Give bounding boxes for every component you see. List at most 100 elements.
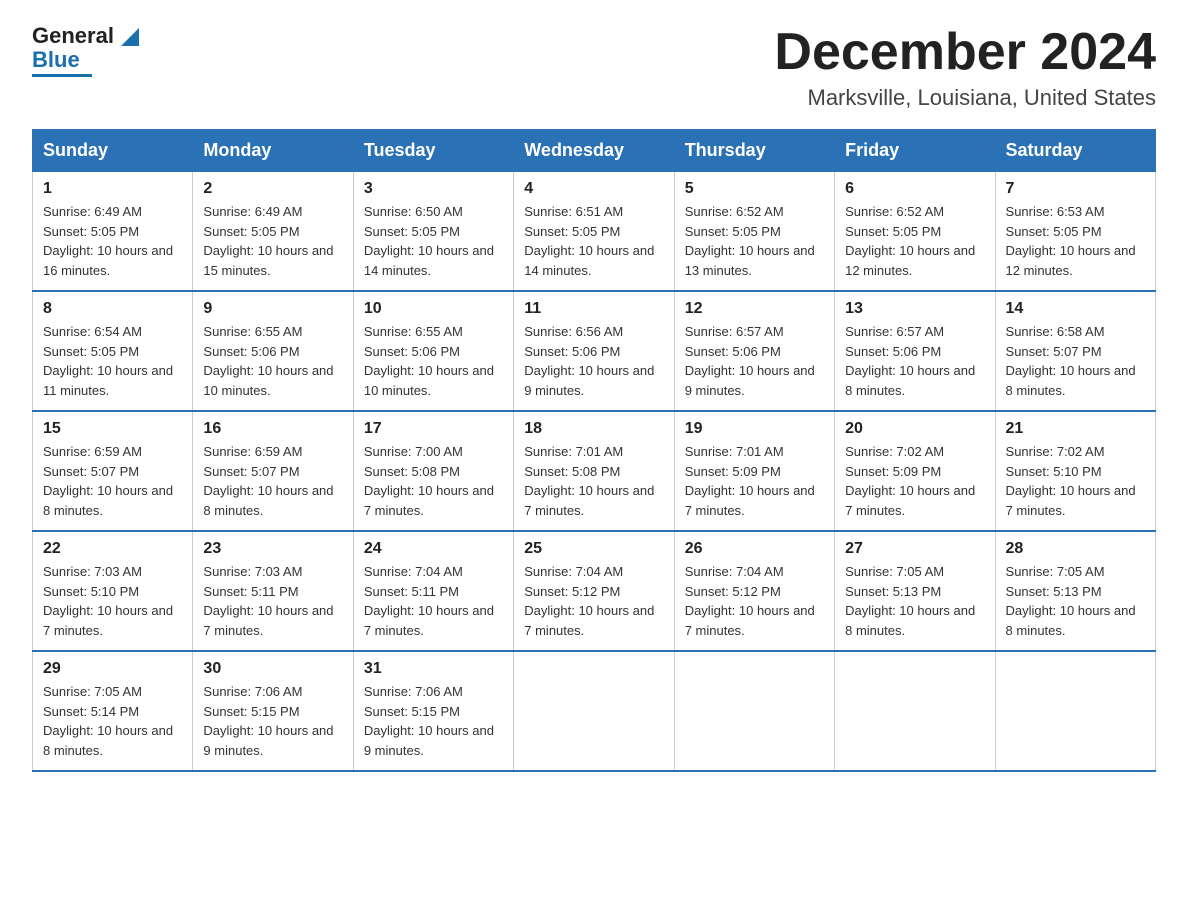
daylight-label: Daylight: 10 hours and 7 minutes.: [685, 483, 815, 518]
title-area: December 2024 Marksville, Louisiana, Uni…: [774, 24, 1156, 111]
sunset-label: Sunset: 5:05 PM: [685, 224, 781, 239]
day-info: Sunrise: 7:04 AM Sunset: 5:12 PM Dayligh…: [524, 562, 663, 640]
sunrise-label: Sunrise: 6:55 AM: [203, 324, 302, 339]
calendar-cell: 20 Sunrise: 7:02 AM Sunset: 5:09 PM Dayl…: [835, 411, 995, 531]
sunrise-label: Sunrise: 7:04 AM: [685, 564, 784, 579]
calendar-cell: 23 Sunrise: 7:03 AM Sunset: 5:11 PM Dayl…: [193, 531, 353, 651]
sunrise-label: Sunrise: 7:01 AM: [685, 444, 784, 459]
daylight-label: Daylight: 10 hours and 12 minutes.: [1006, 243, 1136, 278]
location-subtitle: Marksville, Louisiana, United States: [774, 85, 1156, 111]
calendar-cell: 4 Sunrise: 6:51 AM Sunset: 5:05 PM Dayli…: [514, 172, 674, 292]
day-number: 28: [1006, 540, 1145, 558]
day-info: Sunrise: 6:51 AM Sunset: 5:05 PM Dayligh…: [524, 202, 663, 280]
day-number: 19: [685, 420, 824, 438]
day-info: Sunrise: 6:54 AM Sunset: 5:05 PM Dayligh…: [43, 322, 182, 400]
sunrise-label: Sunrise: 7:05 AM: [1006, 564, 1105, 579]
sunset-label: Sunset: 5:05 PM: [364, 224, 460, 239]
daylight-label: Daylight: 10 hours and 8 minutes.: [845, 363, 975, 398]
daylight-label: Daylight: 10 hours and 9 minutes.: [685, 363, 815, 398]
daylight-label: Daylight: 10 hours and 13 minutes.: [685, 243, 815, 278]
calendar-cell: 15 Sunrise: 6:59 AM Sunset: 5:07 PM Dayl…: [33, 411, 193, 531]
day-info: Sunrise: 6:57 AM Sunset: 5:06 PM Dayligh…: [845, 322, 984, 400]
header-day-thursday: Thursday: [674, 130, 834, 172]
day-info: Sunrise: 6:57 AM Sunset: 5:06 PM Dayligh…: [685, 322, 824, 400]
calendar-cell: 26 Sunrise: 7:04 AM Sunset: 5:12 PM Dayl…: [674, 531, 834, 651]
day-number: 7: [1006, 180, 1145, 198]
sunset-label: Sunset: 5:05 PM: [203, 224, 299, 239]
day-number: 17: [364, 420, 503, 438]
daylight-label: Daylight: 10 hours and 7 minutes.: [524, 483, 654, 518]
header-day-monday: Monday: [193, 130, 353, 172]
sunset-label: Sunset: 5:07 PM: [43, 464, 139, 479]
calendar-cell: 22 Sunrise: 7:03 AM Sunset: 5:10 PM Dayl…: [33, 531, 193, 651]
calendar-cell: 2 Sunrise: 6:49 AM Sunset: 5:05 PM Dayli…: [193, 172, 353, 292]
calendar-body: 1 Sunrise: 6:49 AM Sunset: 5:05 PM Dayli…: [33, 172, 1156, 772]
day-info: Sunrise: 7:01 AM Sunset: 5:09 PM Dayligh…: [685, 442, 824, 520]
calendar-cell: 10 Sunrise: 6:55 AM Sunset: 5:06 PM Dayl…: [353, 291, 513, 411]
sunset-label: Sunset: 5:12 PM: [685, 584, 781, 599]
calendar-week-row: 29 Sunrise: 7:05 AM Sunset: 5:14 PM Dayl…: [33, 651, 1156, 771]
sunrise-label: Sunrise: 7:04 AM: [524, 564, 623, 579]
sunrise-label: Sunrise: 6:49 AM: [43, 204, 142, 219]
daylight-label: Daylight: 10 hours and 9 minutes.: [364, 723, 494, 758]
daylight-label: Daylight: 10 hours and 15 minutes.: [203, 243, 333, 278]
sunrise-label: Sunrise: 6:51 AM: [524, 204, 623, 219]
daylight-label: Daylight: 10 hours and 8 minutes.: [43, 483, 173, 518]
day-info: Sunrise: 6:55 AM Sunset: 5:06 PM Dayligh…: [203, 322, 342, 400]
daylight-label: Daylight: 10 hours and 7 minutes.: [1006, 483, 1136, 518]
daylight-label: Daylight: 10 hours and 10 minutes.: [364, 363, 494, 398]
sunset-label: Sunset: 5:13 PM: [1006, 584, 1102, 599]
calendar-cell: [995, 651, 1155, 771]
calendar-cell: [674, 651, 834, 771]
sunset-label: Sunset: 5:05 PM: [1006, 224, 1102, 239]
day-info: Sunrise: 6:49 AM Sunset: 5:05 PM Dayligh…: [203, 202, 342, 280]
day-info: Sunrise: 6:59 AM Sunset: 5:07 PM Dayligh…: [43, 442, 182, 520]
day-number: 27: [845, 540, 984, 558]
page-header: General Blue December 2024 Marksville, L…: [32, 24, 1156, 111]
day-info: Sunrise: 7:05 AM Sunset: 5:13 PM Dayligh…: [1006, 562, 1145, 640]
sunset-label: Sunset: 5:09 PM: [845, 464, 941, 479]
daylight-label: Daylight: 10 hours and 8 minutes.: [1006, 603, 1136, 638]
sunset-label: Sunset: 5:05 PM: [43, 224, 139, 239]
daylight-label: Daylight: 10 hours and 9 minutes.: [524, 363, 654, 398]
daylight-label: Daylight: 10 hours and 9 minutes.: [203, 723, 333, 758]
sunrise-label: Sunrise: 6:52 AM: [685, 204, 784, 219]
sunset-label: Sunset: 5:14 PM: [43, 704, 139, 719]
sunrise-label: Sunrise: 7:02 AM: [845, 444, 944, 459]
header-day-tuesday: Tuesday: [353, 130, 513, 172]
sunset-label: Sunset: 5:13 PM: [845, 584, 941, 599]
sunset-label: Sunset: 5:06 PM: [203, 344, 299, 359]
logo-triangle-icon: [121, 28, 139, 46]
calendar-cell: 30 Sunrise: 7:06 AM Sunset: 5:15 PM Dayl…: [193, 651, 353, 771]
sunset-label: Sunset: 5:06 PM: [685, 344, 781, 359]
sunset-label: Sunset: 5:05 PM: [43, 344, 139, 359]
logo: General Blue: [32, 24, 139, 77]
daylight-label: Daylight: 10 hours and 7 minutes.: [203, 603, 333, 638]
month-title: December 2024: [774, 24, 1156, 81]
day-info: Sunrise: 7:04 AM Sunset: 5:12 PM Dayligh…: [685, 562, 824, 640]
day-number: 20: [845, 420, 984, 438]
day-info: Sunrise: 6:50 AM Sunset: 5:05 PM Dayligh…: [364, 202, 503, 280]
day-number: 30: [203, 660, 342, 678]
sunrise-label: Sunrise: 6:50 AM: [364, 204, 463, 219]
day-number: 6: [845, 180, 984, 198]
day-info: Sunrise: 7:06 AM Sunset: 5:15 PM Dayligh…: [364, 682, 503, 760]
header-row: SundayMondayTuesdayWednesdayThursdayFrid…: [33, 130, 1156, 172]
header-day-friday: Friday: [835, 130, 995, 172]
day-info: Sunrise: 6:53 AM Sunset: 5:05 PM Dayligh…: [1006, 202, 1145, 280]
header-day-wednesday: Wednesday: [514, 130, 674, 172]
day-number: 3: [364, 180, 503, 198]
logo-blue-text: Blue: [32, 47, 80, 72]
daylight-label: Daylight: 10 hours and 10 minutes.: [203, 363, 333, 398]
sunset-label: Sunset: 5:11 PM: [203, 584, 298, 599]
day-number: 22: [43, 540, 182, 558]
day-number: 23: [203, 540, 342, 558]
day-number: 9: [203, 300, 342, 318]
calendar-cell: 8 Sunrise: 6:54 AM Sunset: 5:05 PM Dayli…: [33, 291, 193, 411]
day-info: Sunrise: 7:02 AM Sunset: 5:09 PM Dayligh…: [845, 442, 984, 520]
daylight-label: Daylight: 10 hours and 14 minutes.: [364, 243, 494, 278]
sunset-label: Sunset: 5:06 PM: [364, 344, 460, 359]
day-number: 1: [43, 180, 182, 198]
day-info: Sunrise: 7:05 AM Sunset: 5:14 PM Dayligh…: [43, 682, 182, 760]
sunset-label: Sunset: 5:07 PM: [1006, 344, 1102, 359]
